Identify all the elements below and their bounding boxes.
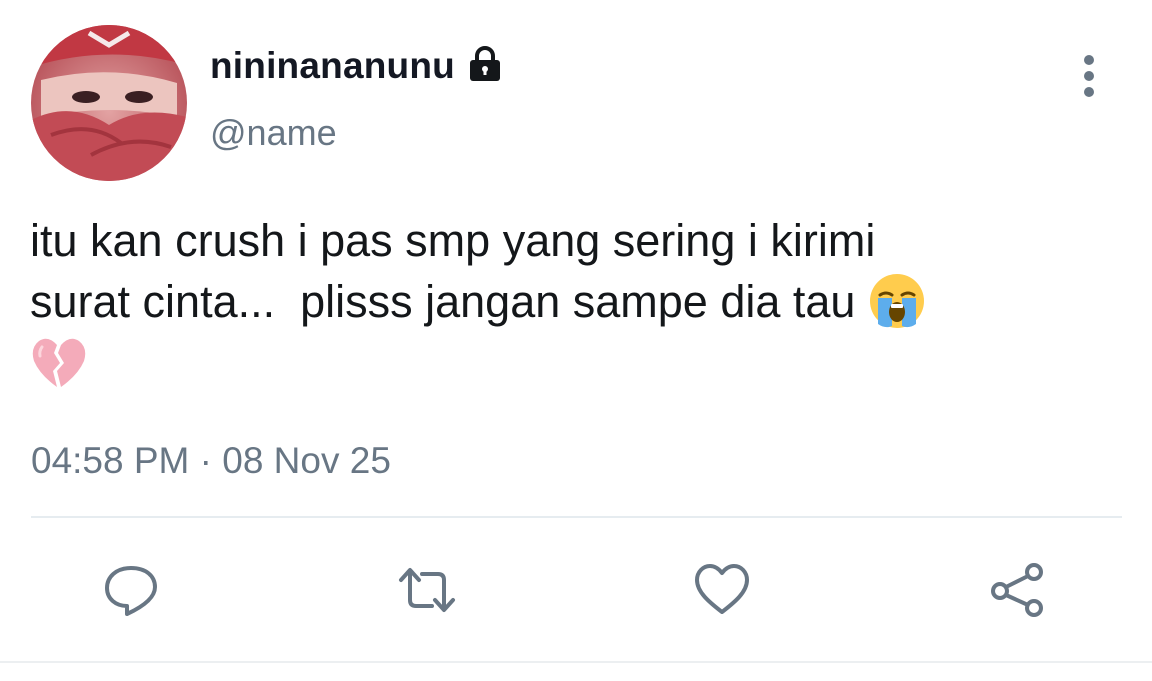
share-button[interactable] [988,562,1046,618]
display-name[interactable]: nininananunu [210,45,455,87]
retweet-icon [399,568,455,612]
tweet-timestamp[interactable]: 04:58 PM · 08 Nov 25 [31,440,391,482]
user-name-row: nininananunu [210,45,505,87]
more-options-button[interactable] [1068,54,1110,98]
more-vertical-icon [1084,55,1094,97]
retweet-button[interactable] [398,562,456,618]
tweet-text: itu kan crush i pas smp yang sering i ki… [30,210,1120,393]
tweet-text-line-1: itu kan crush i pas smp yang sering i ki… [30,215,876,266]
reply-button[interactable] [102,562,160,618]
bottom-divider [0,661,1152,663]
loudly-crying-face-emoji [868,272,926,330]
avatar[interactable] [31,25,187,181]
like-button[interactable] [693,562,751,618]
share-icon [991,563,1043,617]
tweet-card: nininananunu @name itu kan crush i pas s… [0,0,1152,681]
lock-icon [469,46,500,81]
broken-heart-emoji [30,333,88,391]
user-handle[interactable]: @name [210,112,337,154]
avatar-photo [31,25,187,181]
like-icon [695,564,749,614]
divider [31,516,1122,518]
tweet-text-line-2: surat cinta... plisss jangan sampe dia t… [30,276,868,327]
reply-icon [105,566,157,616]
